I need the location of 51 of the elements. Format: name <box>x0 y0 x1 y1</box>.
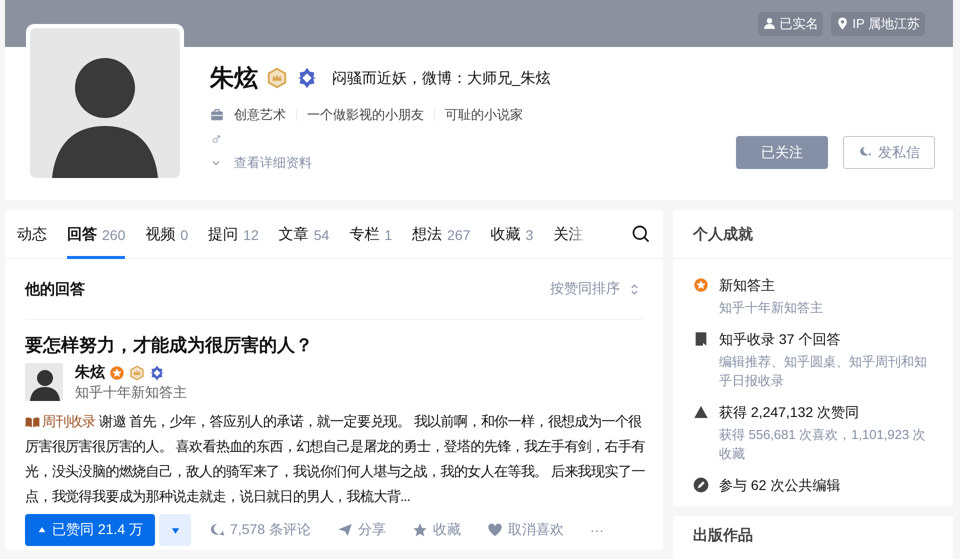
achievement-detail: 编辑推荐、知乎圆桌、知乎周刊和知乎日报收录 <box>719 352 928 390</box>
answer-excerpt[interactable]: 周刊收录 谢邀 首先，少年，答应别人的承诺，就一定要兑现。 我以前啊，和你一样，很想成为一个很厉害很厉害很厉害的人。 喜欢看热血的东西，幻想自己是屠龙的勇士，登塔的先锋，我左手有剑，右手有光，没头没脑的燃烧自己，敌人的骑军来了，我说你们何人堪与之战，我的女人在等我。 后来我现实了一点，我觉得我要成为那种说走就走，说日就日的男人，我梳大背... <box>25 410 649 510</box>
profile-tab[interactable]: 收藏 3 <box>490 210 534 259</box>
certified-badge-icon <box>296 67 318 89</box>
profile-tag: 可耻的小说家 <box>445 106 523 124</box>
pencil-icon <box>693 476 709 492</box>
author-subtitle: 知乎十年新知答主 <box>75 384 187 402</box>
search-icon <box>631 224 651 244</box>
heart-icon <box>486 522 503 538</box>
profile-tab[interactable]: 动态 <box>17 210 47 259</box>
user-name: 朱炫 <box>210 64 258 94</box>
profile-tab[interactable]: 回答 260 <box>67 210 126 259</box>
status-chip: 已实名 <box>758 12 824 36</box>
achievement-title: 新知答主 <box>719 276 776 295</box>
profile-tab[interactable]: 专栏 1 <box>349 210 392 259</box>
achievement-title: 获得 2,247,132 次赞同 <box>719 402 860 422</box>
search-button[interactable] <box>631 224 651 244</box>
section-title: 他的回答 <box>25 280 85 298</box>
profile-tag: 创意艺术 <box>234 106 286 124</box>
star-badge-icon <box>693 277 709 293</box>
profile-tab[interactable]: 提问 12 <box>208 210 259 259</box>
author-avatar <box>25 363 63 401</box>
question-title[interactable]: 要怎样努力，才能成为很厉害的人？ <box>25 333 643 357</box>
achievement-detail: 知乎十年新知答主 <box>719 299 823 317</box>
profile-tab[interactable]: 视频 0 <box>145 210 188 259</box>
crown-badge-icon <box>266 67 288 89</box>
card-title: 出版作品 <box>692 526 754 546</box>
profile-tag: 一个做影视的小朋友 <box>307 106 424 124</box>
user-headline: 闷骚而近妖，微博：大师兄_朱炫 <box>332 68 550 88</box>
triangle-up-icon <box>37 525 47 535</box>
paper-plane-icon <box>336 522 353 538</box>
card-title: 个人成就 <box>673 210 953 259</box>
location-pin-icon <box>836 17 850 30</box>
profile-tab[interactable]: 文章 54 <box>278 210 330 259</box>
status-chip: IP 属地江苏 <box>831 12 925 36</box>
author-name[interactable]: 朱炫 <box>75 363 105 382</box>
crown-badge-icon <box>129 364 145 380</box>
gender-icon: ♂ <box>210 130 223 150</box>
star-icon <box>412 522 428 538</box>
person-icon <box>763 17 776 30</box>
bookmark-icon <box>693 330 709 346</box>
upvote-button[interactable]: 已赞同 21.4 万 <box>25 514 156 546</box>
certified-badge-icon <box>149 364 165 380</box>
star-badge-icon <box>109 364 125 380</box>
briefcase-icon <box>210 108 224 122</box>
profile-tab[interactable]: 关注 <box>553 210 584 259</box>
triangle-icon <box>693 404 709 420</box>
achievement-title: 知乎收录 37 个回答 <box>719 330 842 348</box>
profile-tab[interactable]: 想法 267 <box>412 210 470 259</box>
achievement-title: 参与 62 次公共编辑 <box>719 476 840 494</box>
achievement-detail: 获得 556,681 次喜欢，1,101,923 次收藏 <box>719 426 927 463</box>
